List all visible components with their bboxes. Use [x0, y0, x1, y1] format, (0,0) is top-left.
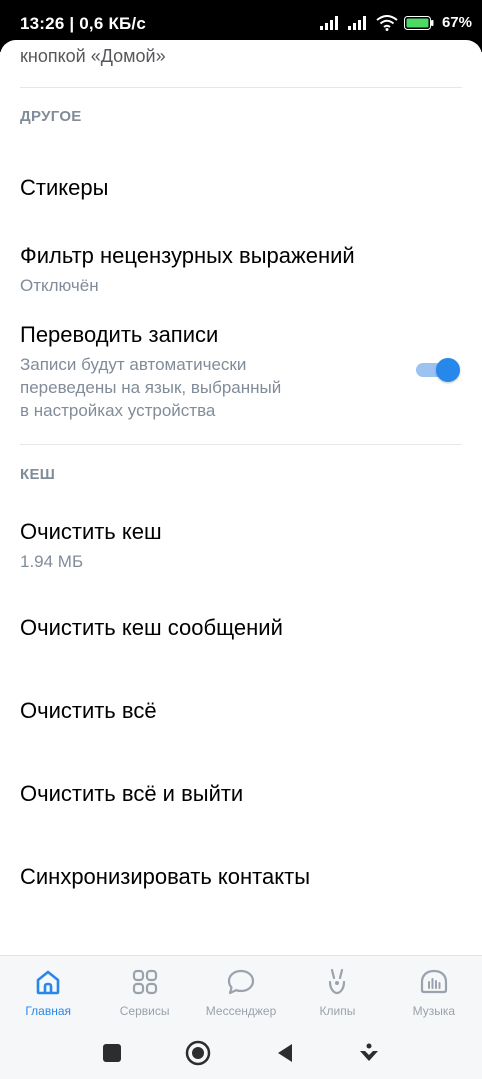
battery-icon: [403, 15, 434, 30]
tab-home-label: Главная: [25, 1004, 72, 1018]
translate-posts-item[interactable]: Переводить записи: [20, 322, 218, 348]
status-icons: 67%: [319, 14, 472, 31]
tab-home[interactable]: Главная: [0, 956, 96, 1027]
status-time: 13:26 | 0,6 КБ/с: [20, 14, 147, 33]
profanity-filter-item[interactable]: Фильтр нецензурных выражений: [20, 243, 355, 269]
tab-clips-label: Клипы: [319, 1004, 356, 1018]
profanity-filter-status: Отключён: [20, 276, 99, 295]
music-icon: [416, 964, 452, 1000]
sync-contacts-item[interactable]: Синхронизировать контакты: [20, 864, 310, 890]
stickers-item[interactable]: Стикеры: [20, 175, 108, 201]
tab-services-label: Сервисы: [119, 1004, 170, 1018]
translate-desc-line3: в настройках устройства: [20, 401, 216, 420]
tab-messenger[interactable]: Мессенджер: [193, 956, 289, 1027]
translate-desc-line1: Записи будут автоматически: [20, 355, 247, 374]
tab-music-label: Музыка: [412, 1004, 456, 1018]
signal-icon: [319, 15, 338, 30]
clear-all-item[interactable]: Очистить всё: [20, 698, 157, 724]
assistant-button[interactable]: [357, 1041, 381, 1065]
divider: [20, 444, 462, 445]
battery-percent: 67%: [441, 14, 472, 31]
settings-sheet: кнопкой «Домой» ДРУГОЕ Стикеры Фильтр не…: [0, 40, 482, 955]
toggle-thumb: [436, 358, 460, 382]
home-button[interactable]: [184, 1039, 212, 1067]
recent-apps-button[interactable]: [101, 1042, 123, 1064]
back-button[interactable]: [274, 1042, 296, 1064]
clear-all-logout-item[interactable]: Очистить всё и выйти: [20, 781, 243, 807]
chat-bubble-icon: [223, 964, 259, 1000]
system-nav-bar: [0, 1027, 482, 1079]
tab-messenger-label: Мессенджер: [205, 1004, 277, 1018]
divider: [20, 87, 462, 88]
section-title-cache: КЕШ: [20, 466, 56, 483]
tab-services[interactable]: Сервисы: [96, 956, 192, 1027]
cache-size: 1.94 МБ: [20, 552, 84, 571]
clear-messages-cache-item[interactable]: Очистить кеш сообщений: [20, 615, 283, 641]
section-title-other: ДРУГОЕ: [20, 108, 82, 125]
translate-toggle[interactable]: [416, 358, 460, 382]
clear-cache-item[interactable]: Очистить кеш: [20, 519, 162, 545]
wifi-icon: [376, 14, 398, 31]
clips-icon: [319, 964, 355, 1000]
grid-icon: [127, 964, 163, 1000]
translate-desc-line2: переведены на язык, выбранный: [20, 378, 282, 397]
tab-music[interactable]: Музыка: [386, 956, 482, 1027]
signal-icon-2: [347, 15, 366, 30]
home-icon: [30, 964, 66, 1000]
bottom-tab-bar: Главная Сервисы Мессенджер Клипы Музыка: [0, 955, 482, 1027]
cut-off-text: кнопкой «Домой»: [20, 46, 166, 66]
tab-clips[interactable]: Клипы: [289, 956, 385, 1027]
